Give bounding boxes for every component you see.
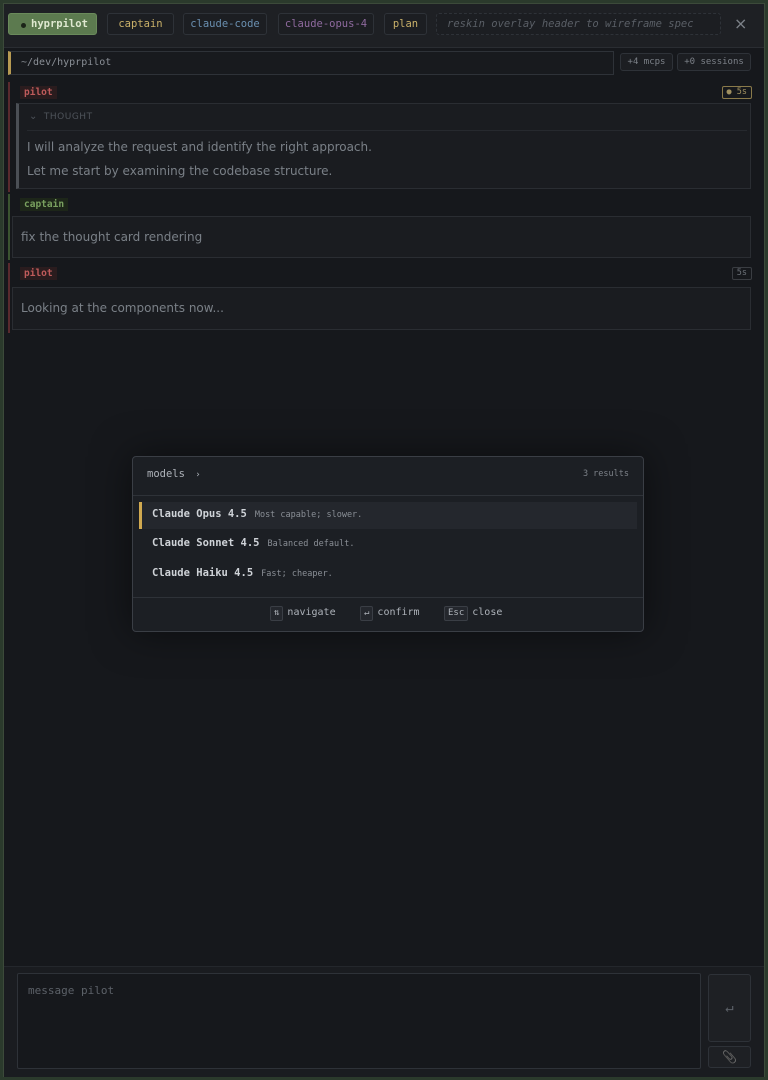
overlay-window: hyprpilot captain claude-code claude-opu… [3, 3, 765, 1077]
results-count: 3 results [582, 469, 629, 479]
chevron-right-icon: › [195, 470, 201, 480]
palette-divider [133, 597, 643, 598]
role-bar [8, 263, 10, 333]
cwd-path[interactable]: ~/dev/hyprpilot [8, 51, 614, 75]
elapsed-badge: ● 5s [721, 86, 752, 99]
message-text: Looking at the components now... [21, 301, 224, 315]
model-pill[interactable]: claude-opus-4 [278, 13, 374, 35]
role-label-pilot: pilot [20, 86, 57, 99]
model-desc: Fast; cheaper. [261, 569, 333, 579]
message-card: Looking at the components now... [12, 287, 751, 330]
model-name: Claude Opus 4.5 [152, 508, 247, 520]
role-label-captain: captain [20, 198, 69, 211]
model-name: Claude Sonnet 4.5 [152, 537, 260, 549]
palette-divider [133, 495, 643, 496]
hint-confirm: ↵ confirm [360, 606, 420, 621]
thought-card[interactable]: ⌄ THOUGHT I will analyze the request and … [16, 103, 751, 189]
message-pilot: pilot 5s Looking at the components now..… [8, 263, 752, 333]
model-palette: models › 3 results Claude Opus 4.5 Most c… [132, 456, 644, 632]
model-desc: Most capable; slower. [254, 510, 363, 520]
role-bar [8, 82, 10, 192]
app-badge[interactable]: hyprpilot [8, 13, 97, 35]
thought-label: THOUGHT [43, 112, 93, 122]
mcps-chip[interactable]: +4 mcps [620, 53, 673, 71]
role-label-pilot: pilot [20, 267, 57, 280]
sessions-chip[interactable]: +0 sessions [677, 53, 751, 71]
palette-title: models › [147, 468, 201, 480]
enter-icon: ↵ [360, 606, 374, 621]
enter-icon: ↵ [725, 1000, 734, 1016]
model-name: Claude Haiku 4.5 [152, 567, 254, 579]
header-divider [4, 47, 764, 48]
send-button[interactable]: ↵ [708, 974, 751, 1042]
thought-line: I will analyze the request and identify … [27, 140, 372, 154]
chevron-down-icon[interactable]: ⌄ [29, 111, 38, 122]
message-pilot-thought: pilot ● 5s ⌄ THOUGHT I will analyze the r… [8, 82, 752, 192]
attach-button[interactable]: 📎 [708, 1046, 751, 1068]
model-option[interactable]: Claude Sonnet 4.5 Balanced default. [139, 531, 637, 558]
message-card: fix the thought card rendering [12, 216, 751, 258]
thought-line: Let me start by examining the codebase s… [27, 164, 333, 178]
model-option[interactable]: Claude Opus 4.5 Most capable; slower. [139, 502, 637, 529]
message-input[interactable]: message pilot [17, 973, 701, 1069]
role-bar [8, 194, 10, 260]
model-option[interactable]: Claude Haiku 4.5 Fast; cheaper. [139, 561, 637, 588]
close-icon[interactable]: × [734, 14, 747, 33]
message-text: fix the thought card rendering [21, 230, 203, 244]
agent-pill[interactable]: claude-code [183, 13, 267, 35]
hint-close: Esc close [444, 606, 502, 621]
esc-key: Esc [444, 606, 469, 621]
updown-arrows-icon: ⇅ [270, 606, 284, 621]
elapsed-badge: 5s [731, 267, 752, 280]
header: hyprpilot captain claude-code claude-opu… [4, 4, 764, 48]
paperclip-icon: 📎 [722, 1050, 737, 1064]
task-title[interactable]: reskin overlay header to wireframe spec [436, 13, 721, 35]
thought-divider [27, 130, 747, 131]
model-desc: Balanced default. [267, 539, 355, 549]
thought-header[interactable]: ⌄ THOUGHT [29, 111, 93, 122]
role-pill[interactable]: captain [107, 13, 174, 35]
message-captain: captain fix the thought card rendering [8, 194, 752, 260]
hint-navigate: ⇅ navigate [270, 606, 336, 621]
mode-pill[interactable]: plan [384, 13, 427, 35]
